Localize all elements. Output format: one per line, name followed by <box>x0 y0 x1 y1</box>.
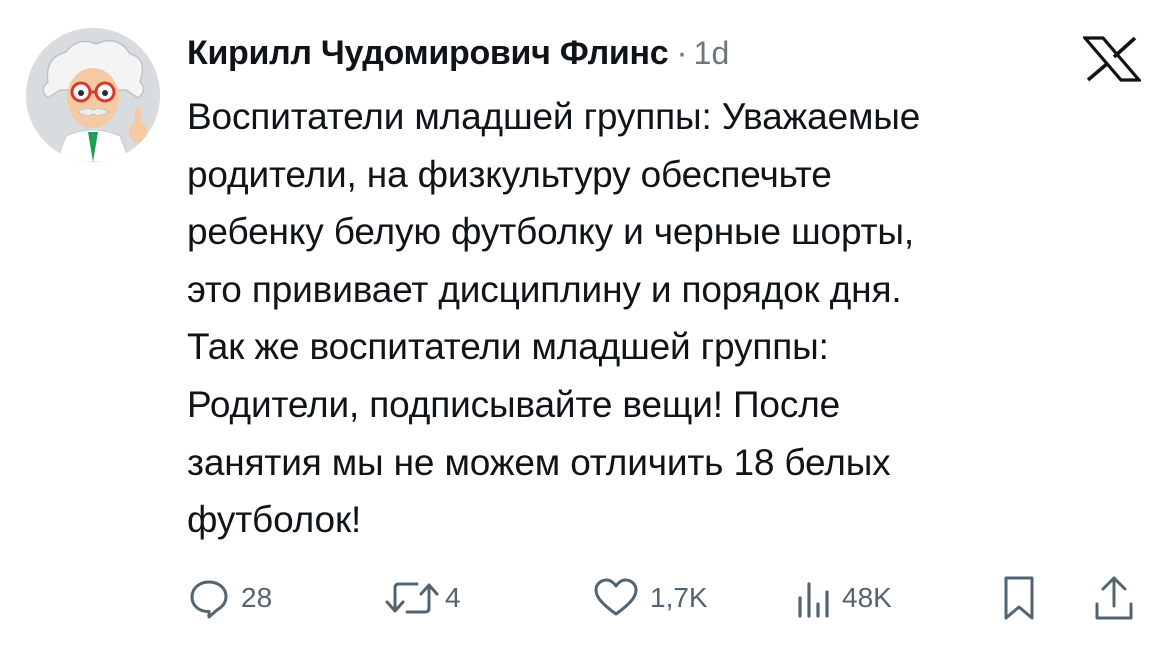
tweet-text: Воспитатели младшей группы: Уважаемые ро… <box>187 88 1147 549</box>
tweet-text-line: родители, на физкультуру обеспечьте <box>187 153 832 195</box>
views-icon <box>798 582 829 618</box>
reply-icon <box>190 580 228 619</box>
author-name[interactable]: Кирилл Чудомирович Флинс <box>187 34 669 73</box>
share-icon <box>1095 576 1133 620</box>
tweet-text-line: занятия мы не можем отличить 18 белых <box>187 441 891 483</box>
tweet-text-line: Так же воспитатели младшей группы: <box>187 326 829 368</box>
bookmark-icon <box>1004 576 1034 620</box>
tweet-text-line: Родители, подписывайте вещи! После <box>187 383 841 425</box>
avatar[interactable] <box>26 28 160 162</box>
scientist-avatar-image <box>26 28 160 162</box>
retweet-button[interactable]: 4 <box>383 570 461 626</box>
like-count: 1,7K <box>650 582 708 613</box>
like-button[interactable]: 1,7K <box>592 570 708 626</box>
heart-icon <box>594 578 638 616</box>
reply-button[interactable]: 28 <box>187 570 272 626</box>
views-button[interactable]: 48K <box>794 570 892 626</box>
header-separator: · <box>676 34 688 72</box>
share-button[interactable] <box>1093 570 1135 626</box>
reply-count: 28 <box>241 582 273 613</box>
tweet-text-line: футболок! <box>187 499 362 541</box>
tweet-card: Кирилл Чудомирович Флинс · 1d Воспитател… <box>0 0 1170 649</box>
tweet-text-line: ребенку белую футболку и черные шорты, <box>187 211 914 253</box>
tweet-actions-bar: 28 4 1,7K 48K <box>0 570 1170 626</box>
views-count: 48K <box>842 582 892 613</box>
tweet-text-line: это прививает дисциплину и порядок дня. <box>187 268 902 310</box>
timestamp[interactable]: 1d <box>694 35 730 72</box>
x-logo-icon <box>1083 36 1141 82</box>
bookmark-button[interactable] <box>1001 570 1037 626</box>
tweet-text-line: Воспитатели младшей группы: Уважаемые <box>187 96 921 137</box>
retweet-icon <box>385 582 439 614</box>
tweet-header: Кирилл Чудомирович Флинс · 1d <box>187 34 729 78</box>
retweet-count: 4 <box>445 582 461 613</box>
